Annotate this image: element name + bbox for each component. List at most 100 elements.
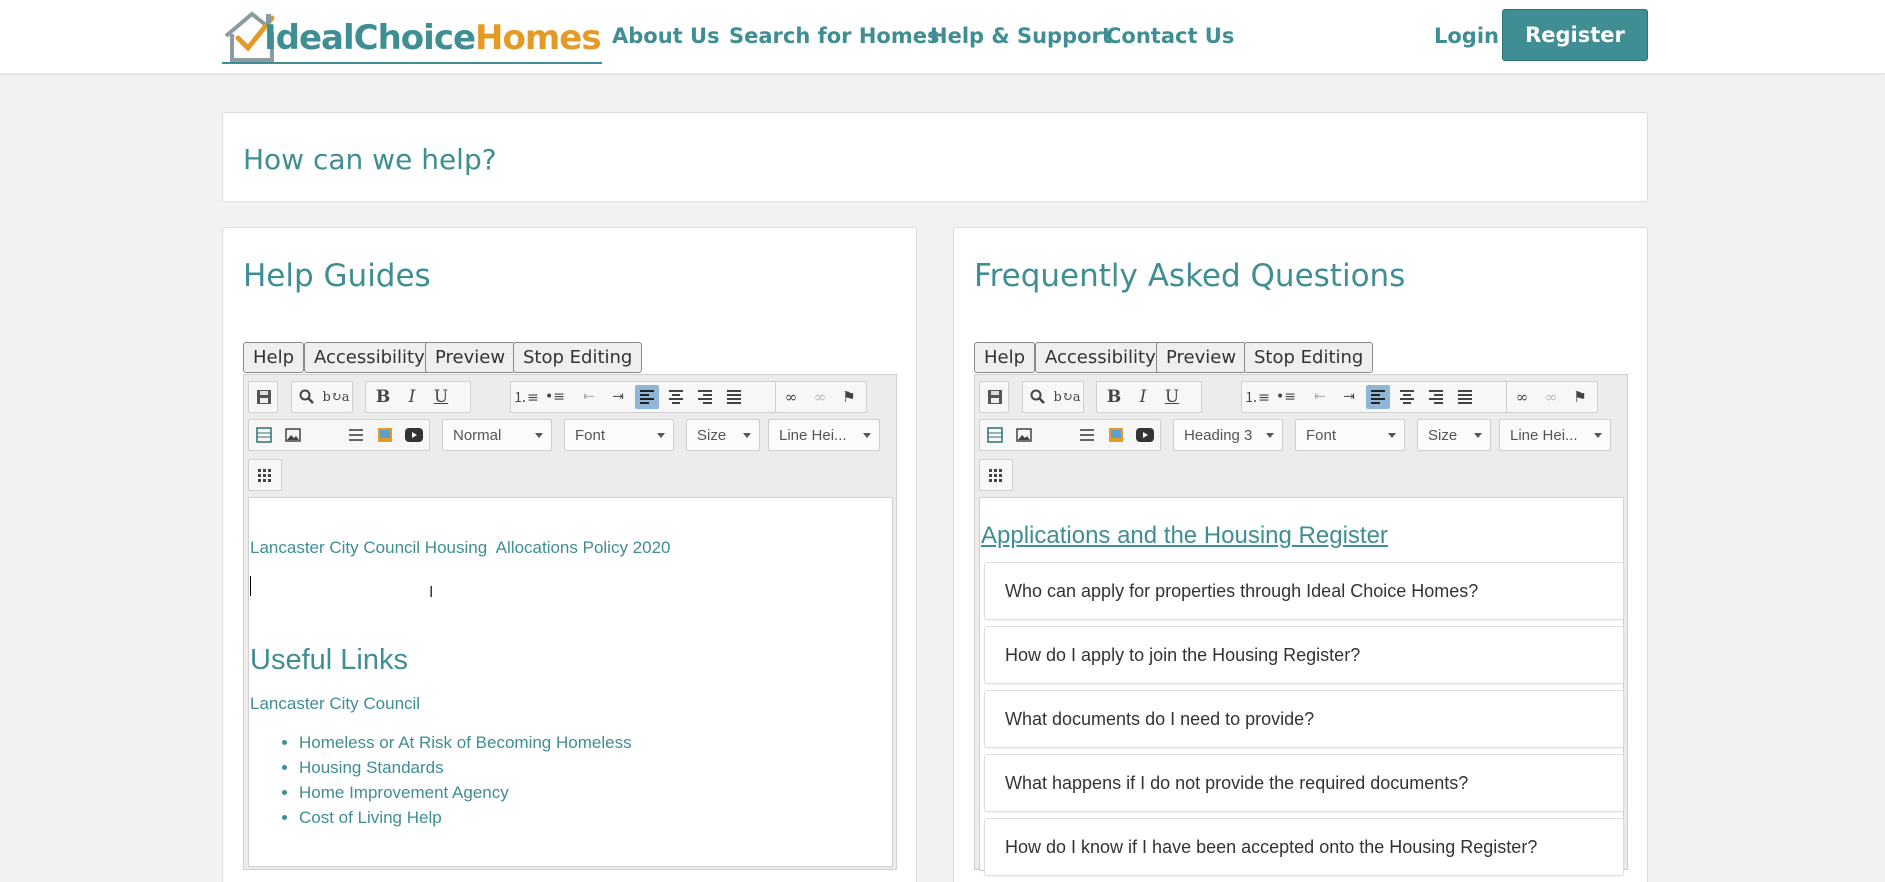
align-right-icon[interactable] (693, 385, 717, 409)
indent-icon[interactable]: ⇥ (1337, 385, 1361, 409)
justify-icon[interactable] (1453, 385, 1477, 409)
faq-question[interactable]: How do I know if I have been accepted on… (984, 818, 1624, 876)
guides-stop-editing-button[interactable]: Stop Editing (513, 342, 643, 373)
font-select[interactable]: Font (564, 419, 674, 451)
align-right-icon[interactable] (1424, 385, 1448, 409)
anchor-flag-icon[interactable]: ⚑ (1568, 385, 1592, 409)
replace-icon[interactable]: b↻a (1054, 385, 1081, 409)
cost-of-living-help-link[interactable]: Cost of Living Help (299, 808, 442, 827)
logo-underline (222, 62, 602, 64)
save-icon[interactable] (252, 385, 276, 409)
faq-stop-editing-button[interactable]: Stop Editing (1244, 342, 1374, 373)
list-item: Housing Standards (299, 755, 632, 780)
underline-icon[interactable]: U (429, 385, 453, 409)
align-center-icon[interactable] (664, 385, 688, 409)
outdent-icon[interactable]: ⇤ (1308, 385, 1332, 409)
nav-search-for-homes[interactable]: Search for Homes (729, 24, 939, 48)
guides-help-button[interactable]: Help (243, 342, 305, 373)
outdent-icon[interactable]: ⇤ (577, 385, 601, 409)
register-button[interactable]: Register (1502, 9, 1648, 61)
faq-preview-button[interactable]: Preview (1156, 342, 1247, 373)
table-group (979, 459, 1013, 491)
video-icon[interactable] (402, 423, 426, 447)
numbered-list-icon[interactable]: ⒈≡ (513, 385, 539, 409)
link-icon[interactable]: ∞ (779, 385, 803, 409)
lancaster-council-link[interactable]: Lancaster City Council (250, 694, 420, 714)
list-item: Homeless or At Risk of Becoming Homeless (299, 730, 632, 755)
faq-question[interactable]: What documents do I need to provide? (984, 690, 1624, 748)
home-improvement-agency-link[interactable]: Home Improvement Agency (299, 783, 509, 802)
replace-icon[interactable]: b↻a (323, 385, 350, 409)
link-icon[interactable]: ∞ (1510, 385, 1534, 409)
horizontal-rule-icon[interactable] (1075, 423, 1099, 447)
find-icon[interactable] (1026, 385, 1050, 409)
image-icon[interactable] (281, 423, 305, 447)
links-group: ∞ ∞ ⚑ (775, 381, 867, 413)
chevron-down-icon (743, 433, 751, 438)
guides-preview-button[interactable]: Preview (425, 342, 516, 373)
align-left-icon[interactable] (1366, 385, 1390, 409)
template-icon[interactable] (252, 423, 276, 447)
image-gallery-icon[interactable] (1104, 423, 1128, 447)
site-logo[interactable]: IdealChoiceHomes (222, 8, 602, 66)
size-select[interactable]: Size (686, 419, 760, 451)
faq-accessibility-button[interactable]: Accessibility (1035, 342, 1166, 373)
guides-accessibility-button[interactable]: Accessibility (304, 342, 435, 373)
underline-icon[interactable]: U (1160, 385, 1184, 409)
align-left-icon[interactable] (635, 385, 659, 409)
nav-about-us[interactable]: About Us (612, 24, 720, 48)
italic-icon[interactable]: I (400, 385, 424, 409)
bold-icon[interactable]: B (371, 385, 395, 409)
chevron-down-icon (1594, 433, 1602, 438)
align-center-icon[interactable] (1395, 385, 1419, 409)
applications-housing-register-heading[interactable]: Applications and the Housing Register (981, 522, 1388, 550)
chevron-down-icon (657, 433, 665, 438)
save-icon[interactable] (983, 385, 1007, 409)
line-height-select[interactable]: Line Hei... (768, 419, 880, 451)
faq-question[interactable]: Who can apply for properties through Ide… (984, 562, 1624, 620)
faq-question[interactable]: What happens if I do not provide the req… (984, 754, 1624, 812)
nav-help-support[interactable]: Help & Support (930, 24, 1112, 48)
bulleted-list-icon[interactable]: •≡ (543, 385, 567, 409)
horizontal-rule-icon[interactable] (344, 423, 368, 447)
housing-standards-link[interactable]: Housing Standards (299, 758, 444, 777)
login-link[interactable]: Login (1434, 24, 1499, 48)
homeless-link[interactable]: Homeless or At Risk of Becoming Homeless (299, 733, 632, 752)
justify-icon[interactable] (722, 385, 746, 409)
nav-contact-us[interactable]: Contact Us (1106, 24, 1234, 48)
basic-styles-group: B I U (365, 381, 471, 413)
help-heading-panel: How can we help? (222, 112, 1648, 202)
table-icon[interactable] (984, 463, 1008, 487)
bold-icon[interactable]: B (1102, 385, 1126, 409)
anchor-flag-icon[interactable]: ⚑ (837, 385, 861, 409)
italic-icon[interactable]: I (1131, 385, 1155, 409)
faq-editor: b↻a B I U ⒈≡ •≡ ⇤ ⇥ ∞ ∞ ⚑ Heading 3 Font… (974, 374, 1628, 876)
basic-styles-group: B I U (1096, 381, 1202, 413)
faq-question[interactable]: How do I apply to join the Housing Regis… (984, 626, 1624, 684)
size-select[interactable]: Size (1417, 419, 1491, 451)
page-title: How can we help? (243, 143, 497, 176)
faq-editor-content[interactable]: Applications and the Housing Register Wh… (979, 497, 1624, 876)
image-icon[interactable] (1012, 423, 1036, 447)
list-item: Cost of Living Help (299, 805, 632, 830)
format-select[interactable]: Normal (442, 419, 552, 451)
indent-icon[interactable]: ⇥ (606, 385, 630, 409)
unlink-icon[interactable]: ∞ (808, 385, 832, 409)
numbered-list-icon[interactable]: ⒈≡ (1244, 385, 1270, 409)
faq-help-button[interactable]: Help (974, 342, 1036, 373)
chevron-down-icon (535, 433, 543, 438)
housing-allocations-policy-link[interactable]: Lancaster City Council Housing Allocatio… (250, 538, 671, 558)
find-icon[interactable] (295, 385, 319, 409)
format-select[interactable]: Heading 3 (1173, 419, 1283, 451)
bulleted-list-icon[interactable]: •≡ (1274, 385, 1298, 409)
unlink-icon[interactable]: ∞ (1539, 385, 1563, 409)
video-icon[interactable] (1133, 423, 1157, 447)
template-icon[interactable] (983, 423, 1007, 447)
font-select[interactable]: Font (1295, 419, 1405, 451)
image-gallery-icon[interactable] (373, 423, 397, 447)
line-height-select[interactable]: Line Hei... (1499, 419, 1611, 451)
table-icon[interactable] (253, 463, 277, 487)
logo-text: IdealChoiceHomes (264, 18, 602, 58)
useful-links-heading: Useful Links (250, 644, 408, 676)
guides-editor-content[interactable]: Lancaster City Council Housing Allocatio… (248, 497, 893, 867)
